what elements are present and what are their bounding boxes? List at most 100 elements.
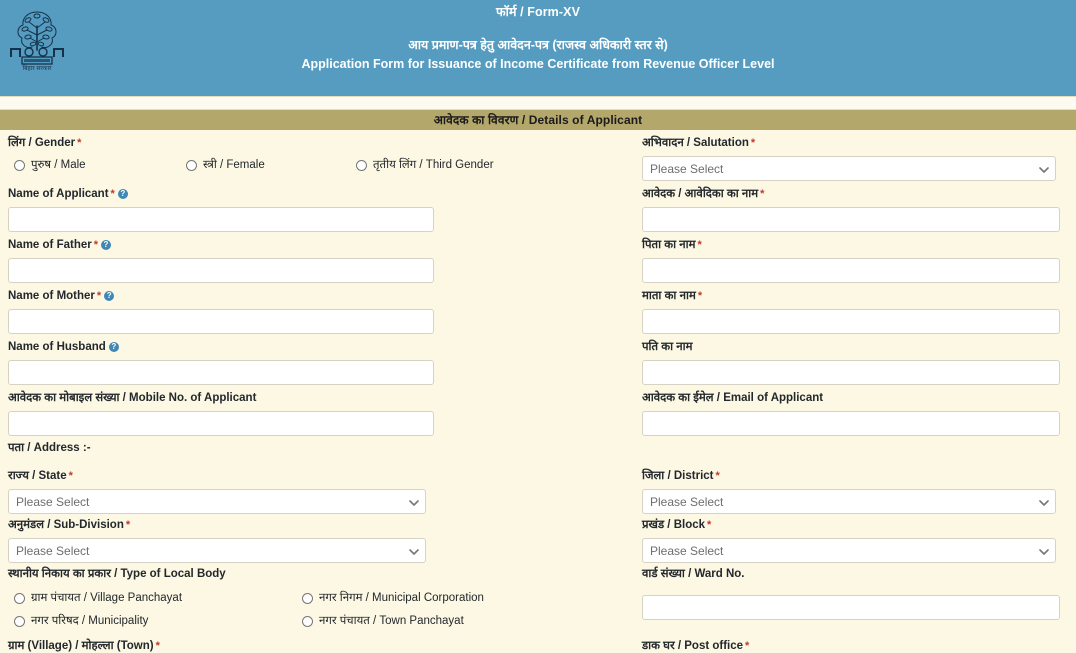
label-type-of-local-body: स्थानीय निकाय का प्रकार / Type of Local … (8, 568, 226, 580)
select-district[interactable]: Please Select (642, 489, 1056, 514)
select-state[interactable]: Please Select (8, 489, 426, 514)
input-mobile-number[interactable] (8, 411, 434, 436)
required-asterisk: * (745, 640, 750, 652)
select-sub-division[interactable]: Please Select (8, 538, 426, 563)
radio-label-municipality: नगर परिषद / Municipality (31, 615, 149, 627)
required-asterisk: * (77, 137, 82, 149)
radio-input-third-gender[interactable] (356, 160, 367, 171)
required-asterisk: * (760, 188, 765, 200)
label-ward-no: वार्ड संख्या / Ward No. (642, 568, 745, 580)
field-mother-name-hindi: माता का नाम * (634, 289, 1068, 334)
label-email: आवेदक का ईमेल / Email of Applicant (642, 392, 824, 404)
field-sub-division: अनुमंडल / Sub-Division * Please Select (0, 518, 434, 563)
radio-label-town-panchayat: नगर पंचायत / Town Panchayat (319, 615, 464, 627)
district-select-wrapper: Please Select (642, 489, 1056, 514)
radio-municipality[interactable]: नगर परिषद / Municipality (14, 615, 148, 628)
label-name-of-husband: Name of Husband? (8, 340, 434, 354)
salutation-select-wrapper: Please Select (642, 156, 1056, 181)
radio-input-village-panchayat[interactable] (14, 593, 25, 604)
required-asterisk: * (155, 640, 160, 652)
label-father-name-hindi: पिता का नाम * (642, 239, 702, 251)
label-husband-name-hindi: पति का नाम (642, 341, 693, 353)
field-applicant-name-hindi: आवेदक / आवेदिका का नाम * (634, 187, 1068, 232)
help-icon[interactable]: ? (108, 342, 119, 352)
radio-gender-female[interactable]: स्त्री / Female (186, 159, 265, 172)
input-applicant-name-hindi[interactable] (642, 207, 1060, 232)
input-email[interactable] (642, 411, 1060, 436)
required-asterisk: * (110, 188, 115, 200)
form-title-english: Application Form for Issuance of Income … (301, 57, 775, 71)
field-father-name-hindi: पिता का नाम * (634, 238, 1068, 283)
radio-input-town-panchayat[interactable] (302, 616, 313, 627)
required-asterisk: * (96, 290, 102, 302)
help-icon[interactable]: ? (104, 291, 115, 301)
label-gender: लिंग / Gender * (8, 137, 82, 149)
label-name-of-mother: Name of Mother *? (8, 289, 434, 303)
field-district: जिला / District * Please Select (634, 469, 1064, 514)
label-address: पता / Address :- (8, 442, 91, 454)
input-ward-no[interactable] (642, 595, 1060, 620)
input-mother-name-hindi[interactable] (642, 309, 1060, 334)
radio-label-female: स्त्री / Female (203, 159, 265, 171)
radio-input-female[interactable] (186, 160, 197, 171)
header-separator (0, 96, 1076, 110)
radio-label-municipal-corporation: नगर निगम / Municipal Corporation (319, 592, 484, 604)
help-icon[interactable]: ? (117, 189, 128, 199)
field-name-of-father: Name of Father *? (0, 238, 442, 283)
label-name-of-applicant: Name of Applicant *? (8, 187, 434, 201)
input-name-of-mother[interactable] (8, 309, 434, 334)
radio-input-municipal-corporation[interactable] (302, 593, 313, 604)
help-icon[interactable]: ? (101, 240, 111, 250)
radio-input-male[interactable] (14, 160, 25, 171)
field-state: राज्य / State * Please Select (0, 469, 434, 514)
field-name-of-husband: Name of Husband? (0, 340, 442, 385)
state-select-wrapper: Please Select (8, 489, 426, 514)
input-name-of-father[interactable] (8, 258, 434, 283)
required-asterisk: * (697, 290, 703, 302)
required-asterisk: * (707, 519, 712, 531)
required-asterisk: * (750, 137, 756, 149)
radio-label-village-panchayat: ग्राम पंचायत / Village Panchayat (31, 592, 183, 604)
required-asterisk: * (93, 239, 98, 251)
radio-label-male: पुरुष / Male (31, 159, 86, 171)
radio-label-third-gender: तृतीय लिंग / Third Gender (373, 159, 494, 171)
field-name-of-applicant: Name of Applicant *? (0, 187, 442, 232)
label-post-office: डाक घर / Post office * (642, 640, 750, 652)
radio-town-panchayat[interactable]: नगर पंचायत / Town Panchayat (302, 615, 464, 628)
field-post-office: डाक घर / Post office * (634, 639, 1068, 653)
required-asterisk: * (715, 470, 720, 482)
select-block[interactable]: Please Select (642, 538, 1056, 563)
input-husband-name-hindi[interactable] (642, 360, 1060, 385)
field-name-of-mother: Name of Mother *? (0, 289, 442, 334)
field-type-of-local-body: स्थानीय निकाय का प्रकार / Type of Local … (0, 567, 538, 632)
local-body-radio-group-row1: ग्राम पंचायत / Village Panchayat नगर निग… (8, 592, 530, 609)
page-header: बिहार सरकार फॉर्म / Form-XV आय प्रमाण-पत… (0, 0, 1076, 96)
field-mobile-number: आवेदक का मोबाइल संख्या / Mobile No. of A… (0, 391, 442, 436)
field-husband-name-hindi: पति का नाम (634, 340, 1068, 385)
input-name-of-husband[interactable] (8, 360, 434, 385)
radio-gender-male[interactable]: पुरुष / Male (14, 159, 86, 172)
input-name-of-applicant[interactable] (8, 207, 434, 232)
input-father-name-hindi[interactable] (642, 258, 1060, 283)
field-salutation: अभिवादन / Salutation * Please Select (634, 136, 1064, 181)
label-block: प्रखंड / Block * (642, 519, 712, 531)
radio-village-panchayat[interactable]: ग्राम पंचायत / Village Panchayat (14, 592, 182, 605)
gender-radio-group: पुरुष / Male स्त्री / Female तृतीय लिंग … (8, 159, 530, 176)
form-body: लिंग / Gender * पुरुष / Male स्त्री / Fem… (0, 130, 1076, 653)
field-ward-no: वार्ड संख्या / Ward No. (634, 567, 1068, 620)
local-body-radio-group-row2: नगर परिषद / Municipality नगर पंचायत / To… (8, 615, 530, 632)
label-sub-division: अनुमंडल / Sub-Division * (8, 519, 131, 531)
field-gender: लिंग / Gender * पुरुष / Male स्त्री / Fem… (0, 136, 538, 176)
radio-gender-third[interactable]: तृतीय लिंग / Third Gender (356, 159, 494, 172)
label-state: राज्य / State * (8, 470, 73, 482)
label-mother-name-hindi: माता का नाम * (642, 290, 703, 302)
radio-input-municipality[interactable] (14, 616, 25, 627)
block-select-wrapper: Please Select (642, 538, 1056, 563)
label-applicant-name-hindi: आवेदक / आवेदिका का नाम * (642, 188, 765, 200)
radio-municipal-corporation[interactable]: नगर निगम / Municipal Corporation (302, 592, 484, 605)
required-asterisk: * (125, 519, 131, 531)
select-salutation[interactable]: Please Select (642, 156, 1056, 181)
label-village-town: ग्राम (Village) / मोहल्ला (Town) * (8, 640, 160, 652)
sub-division-select-wrapper: Please Select (8, 538, 426, 563)
field-email: आवेदक का ईमेल / Email of Applicant (634, 391, 1068, 436)
